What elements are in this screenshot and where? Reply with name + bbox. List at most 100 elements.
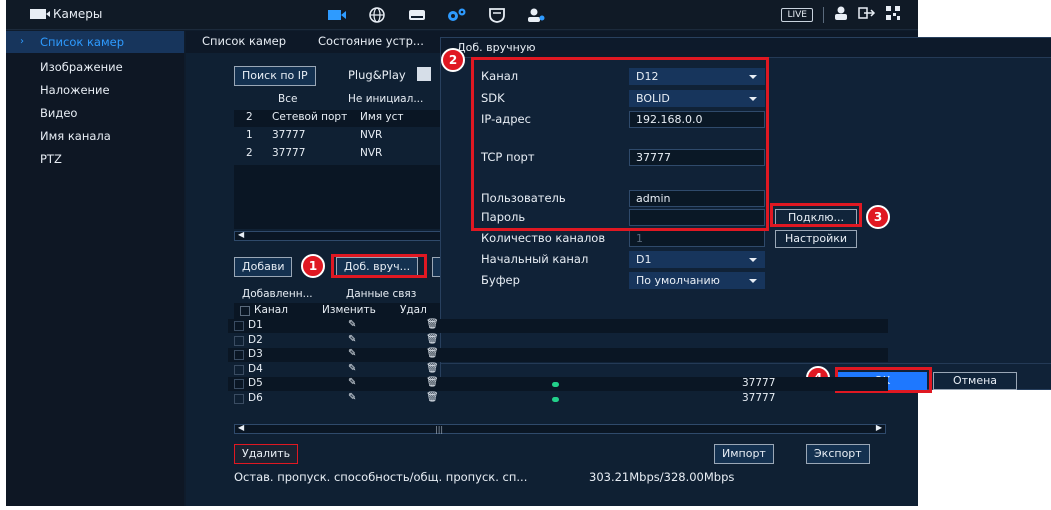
edit-icon[interactable]: ✎ <box>348 319 356 330</box>
table-row[interactable]: 1 37777 NVR <box>234 128 444 145</box>
connect-button[interactable]: Подклю... <box>775 209 857 227</box>
channel-count-field[interactable]: 1 <box>629 230 765 247</box>
edit-icon[interactable]: ✎ <box>348 334 356 345</box>
status-online-icon <box>552 396 559 402</box>
bandwidth-label: Остав. пропуск. способность/общ. пропуск… <box>234 470 528 484</box>
globe-icon[interactable] <box>366 5 388 25</box>
add-button[interactable]: Добави <box>234 257 293 277</box>
step-badge-1: 1 <box>301 254 325 278</box>
shield-icon[interactable] <box>486 5 508 25</box>
checkbox[interactable] <box>234 321 244 331</box>
row-name: NVR <box>360 147 383 159</box>
camera-icon <box>30 9 50 19</box>
delete-icon[interactable]: 🗑 <box>426 334 439 345</box>
sdk-label: SDK <box>481 91 505 105</box>
user-field[interactable]: admin <box>629 190 765 207</box>
buffer-select[interactable]: По умолчанию <box>629 272 765 289</box>
sidebar-item-ptz[interactable]: PTZ <box>6 148 184 170</box>
settings-button[interactable]: Настройки <box>775 230 857 248</box>
edit-icon[interactable]: ✎ <box>348 348 356 359</box>
scroll-right-icon[interactable]: ▶ <box>876 423 882 432</box>
sidebar-item-channel-name[interactable]: Имя канала <box>6 125 184 147</box>
sidebar-item-image[interactable]: Изображение <box>6 56 184 78</box>
table-row[interactable]: D6 ✎ 🗑 37777 <box>228 392 888 406</box>
channel-cell: D2 <box>248 333 263 346</box>
sidebar-item-label: PTZ <box>40 152 62 166</box>
channel-cell: D1 <box>248 319 263 331</box>
plug-play-toggle[interactable] <box>417 67 431 81</box>
table-row[interactable]: 2 37777 NVR <box>234 146 444 163</box>
storage-icon[interactable] <box>406 5 428 25</box>
table-row[interactable]: D1 ✎ 🗑 <box>228 319 888 333</box>
filter-row: Все Не инициал... <box>234 92 444 109</box>
delete-icon[interactable]: 🗑 <box>426 392 439 403</box>
row-name: NVR <box>360 129 383 141</box>
table-row[interactable]: D4 ✎ 🗑 <box>228 363 888 377</box>
edit-icon[interactable]: ✎ <box>348 392 356 403</box>
live-button[interactable]: LIVE <box>781 7 813 22</box>
delete-button[interactable]: Удалить <box>234 444 299 464</box>
header-channel: Канал <box>254 304 288 316</box>
user-settings-icon[interactable] <box>526 5 548 25</box>
filter-uninit[interactable]: Не инициал... <box>348 93 423 105</box>
ip-field[interactable]: 192.168.0.0 <box>629 111 765 128</box>
checkbox[interactable] <box>234 364 244 375</box>
checkbox[interactable] <box>234 379 244 389</box>
settings-gear-icon[interactable] <box>446 5 468 25</box>
add-manual-button[interactable]: Доб. вруч... <box>336 257 419 277</box>
scroll-thumb[interactable]: ||| <box>435 425 443 434</box>
buffer-label: Буфер <box>481 273 520 287</box>
channel-cell: D5 <box>248 377 263 389</box>
horizontal-scrollbar[interactable]: ◀ <box>234 230 444 241</box>
channel-cell: D6 <box>248 391 263 404</box>
checkbox[interactable] <box>234 350 244 360</box>
start-channel-label: Начальный канал <box>481 252 589 266</box>
checkbox[interactable] <box>240 306 250 316</box>
sidebar-item-camera-list[interactable]: › Список камер <box>6 31 184 53</box>
table-row[interactable]: D5 ✎ 🗑 37777 <box>228 377 888 391</box>
port-cell: 37777 <box>742 377 776 389</box>
password-field[interactable] <box>629 209 765 226</box>
cancel-button[interactable]: Отмена <box>933 372 1017 390</box>
separator <box>823 6 824 23</box>
import-button[interactable]: Импорт <box>714 444 774 464</box>
scroll-left-icon[interactable]: ◀ <box>238 423 244 432</box>
header-edit: Изменить <box>322 304 376 316</box>
channel-select[interactable]: D12 <box>629 68 765 85</box>
user-label: Пользователь <box>481 191 566 205</box>
qr-code-icon[interactable] <box>886 6 900 23</box>
table-row[interactable]: D3 ✎ 🗑 <box>228 348 888 362</box>
tcp-port-field[interactable]: 37777 <box>629 149 765 166</box>
sdk-select[interactable]: BOLID <box>629 90 765 107</box>
user-icon[interactable] <box>834 6 848 23</box>
table-row[interactable]: D2 ✎ 🗑 <box>228 334 888 348</box>
tab-added[interactable]: Добавленн... <box>242 288 313 300</box>
delete-icon[interactable]: 🗑 <box>426 377 439 388</box>
delete-icon[interactable]: 🗑 <box>426 319 439 330</box>
filter-all[interactable]: Все <box>278 93 297 105</box>
header-delete: Удал <box>400 304 427 316</box>
top-bar: Камеры LIVE <box>6 0 918 30</box>
start-channel-select[interactable]: D1 <box>629 251 765 268</box>
sidebar-item-video[interactable]: Видео <box>6 102 184 124</box>
delete-icon[interactable]: 🗑 <box>426 363 439 374</box>
edit-icon[interactable]: ✎ <box>348 377 356 388</box>
search-ip-button[interactable]: Поиск по IP <box>234 66 316 86</box>
tab-linked-data[interactable]: Данные связ <box>346 288 416 300</box>
edit-icon[interactable]: ✎ <box>348 363 356 374</box>
chevron-right-icon: › <box>20 36 24 47</box>
checkbox[interactable] <box>234 335 244 346</box>
sidebar-item-overlay[interactable]: Наложение <box>6 79 184 101</box>
tab-device-status[interactable]: Состояние устр... <box>318 34 424 48</box>
sidebar: › Список камер Изображение Наложение Виде… <box>6 31 184 506</box>
sidebar-item-label: Изображение <box>40 60 123 74</box>
logout-icon[interactable] <box>858 6 876 23</box>
camera-icon[interactable] <box>326 5 348 25</box>
checkbox[interactable] <box>234 393 244 404</box>
export-button[interactable]: Экспорт <box>806 444 870 464</box>
scroll-left-icon[interactable]: ◀ <box>238 230 244 239</box>
tab-camera-list[interactable]: Список камер <box>202 34 286 48</box>
delete-icon[interactable]: 🗑 <box>426 348 439 359</box>
bottom-scrollbar[interactable]: ◀ ||| ▶ <box>234 423 886 434</box>
channel-label: Канал <box>481 69 519 83</box>
